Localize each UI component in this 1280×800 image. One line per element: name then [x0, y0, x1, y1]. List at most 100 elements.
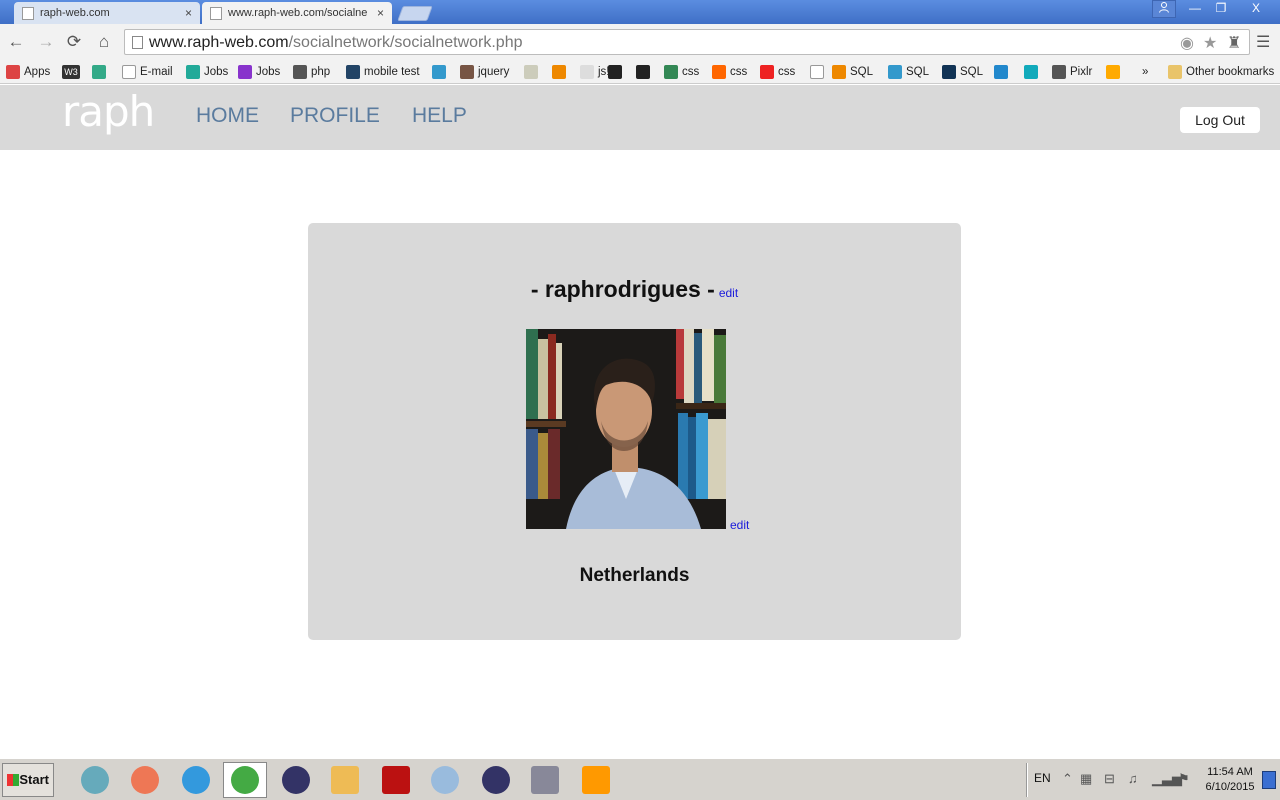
bookmark-label: Jobs [204, 66, 229, 78]
bookmark-label: » [1142, 66, 1149, 78]
bookmark-item[interactable] [552, 63, 570, 81]
bookmark-item[interactable]: W3 [62, 63, 84, 81]
bookmark-item[interactable] [1024, 63, 1042, 81]
eclipse-icon [282, 766, 310, 794]
back-arrow-icon[interactable]: ← [6, 32, 26, 52]
start-button[interactable]: Start [2, 763, 54, 797]
taskbar-app-filezilla[interactable] [374, 762, 418, 798]
bookmark-label: mobile test [364, 66, 420, 78]
site-logo[interactable]: raph [62, 87, 155, 136]
bookmark-item[interactable]: php [293, 63, 330, 81]
nav-profile-link[interactable]: PROFILE [290, 104, 380, 128]
bookmark-item[interactable] [810, 63, 828, 81]
taskbar-app-settings[interactable] [574, 762, 618, 798]
new-tab-button[interactable] [397, 6, 433, 21]
explorer-icon [331, 766, 359, 794]
bookmarks-bar: Apps W3 E-mail Jobs Jobs php mobile test jquery… [0, 60, 1280, 84]
taskbar-app-chrome[interactable] [223, 762, 267, 798]
taskbar-app-firefox[interactable] [123, 762, 167, 798]
tab-label: www.raph-web.com/socialne [228, 7, 368, 19]
bookmark-item[interactable]: SQL [888, 63, 929, 81]
bookmark-icon [238, 65, 252, 79]
nav-help-link[interactable]: HELP [412, 104, 467, 128]
bookmark-icon [1024, 65, 1038, 79]
bookmark-item[interactable]: css [760, 63, 795, 81]
nav-home-link[interactable]: HOME [196, 104, 259, 128]
taskbar-app-paint[interactable] [423, 762, 467, 798]
bookmark-item[interactable]: Jobs [186, 63, 228, 81]
taskbar-app-explorer[interactable] [323, 762, 367, 798]
address-bar[interactable]: www.raph-web.com/socialnetwork/socialnet… [124, 29, 1250, 55]
bookmark-label: E-mail [140, 66, 173, 78]
home-icon[interactable]: ⌂ [94, 32, 114, 52]
bookmark-item[interactable] [608, 63, 626, 81]
bookmark-item[interactable] [1106, 63, 1124, 81]
bookmark-item[interactable]: SQL [832, 63, 873, 81]
taskbar-app-archive[interactable] [523, 762, 567, 798]
flag-icon[interactable]: ⚑ [1178, 771, 1190, 787]
bookmark-icon [994, 65, 1008, 79]
location-icon[interactable]: ◉ [1180, 33, 1194, 53]
url-text: www.raph-web.com/socialnetwork/socialnet… [149, 34, 523, 52]
edit-photo-link[interactable]: edit [730, 518, 749, 532]
safari-icon [81, 766, 109, 794]
bookmark-item[interactable]: js! [580, 63, 610, 81]
bookmark-label: SQL [960, 66, 984, 78]
bookmark-item[interactable]: Other bookmarks [1168, 63, 1274, 81]
bookmark-item[interactable] [994, 63, 1012, 81]
taskbar-app-ie[interactable] [174, 762, 218, 798]
tab-close-icon[interactable]: × [185, 6, 192, 20]
bookmark-item[interactable]: » [1142, 63, 1148, 81]
action-center-icon[interactable]: ▦ [1080, 771, 1092, 787]
bookmark-item[interactable]: SQL [942, 63, 983, 81]
bookmark-item[interactable] [432, 63, 450, 81]
volume-icon[interactable]: ♫ [1128, 771, 1138, 786]
tab-socialnetwork[interactable]: www.raph-web.com/socialne × [202, 2, 392, 24]
bookmark-item[interactable]: jquery [460, 63, 509, 81]
network-device-icon[interactable]: ⊟ [1104, 771, 1115, 787]
page-icon [132, 36, 143, 49]
bookmark-item[interactable]: Pixlr [1052, 63, 1092, 81]
bookmark-label: css [730, 66, 748, 78]
taskbar-app-eclipse[interactable] [274, 762, 318, 798]
bookmark-item[interactable]: css [712, 63, 747, 81]
bookmark-item[interactable]: Apps [6, 63, 50, 81]
bookmark-item[interactable]: css [664, 63, 699, 81]
bookmark-item[interactable] [524, 63, 542, 81]
logout-button[interactable]: Log Out [1180, 107, 1260, 133]
user-profile-icon[interactable] [1152, 0, 1176, 18]
bookmark-item[interactable]: E-mail [122, 63, 173, 81]
browser-titlebar: raph-web.com × www.raph-web.com/socialne… [0, 0, 1280, 24]
minimize-button[interactable]: — [1182, 0, 1208, 18]
profile-country: Netherlands [579, 565, 690, 586]
extension-icon[interactable]: ♜ [1227, 33, 1241, 53]
tab-close-icon[interactable]: × [377, 6, 384, 20]
windows-taskbar: Start EN ⌃ ▦ ⊟ ♫ ▁▃▅ ⚑ 11:54 AM 6/10/201… [0, 758, 1280, 800]
bookmark-icon [1168, 65, 1182, 79]
bookmark-icon [1106, 65, 1120, 79]
paint-icon [431, 766, 459, 794]
taskbar-app-safari[interactable] [73, 762, 117, 798]
bookmark-item[interactable] [92, 63, 110, 81]
maximize-button[interactable]: ❐ [1208, 0, 1234, 18]
start-label: Start [19, 772, 49, 787]
bookmark-item[interactable]: Jobs [238, 63, 280, 81]
show-desktop-button[interactable] [1262, 771, 1276, 789]
archive-icon [531, 766, 559, 794]
bookmark-item[interactable]: mobile test [346, 63, 420, 81]
tray-expand-icon[interactable]: ⌃ [1062, 771, 1073, 787]
close-window-button[interactable]: X [1234, 0, 1278, 18]
forward-arrow-icon[interactable]: → [36, 32, 56, 52]
tab-raph-web[interactable]: raph-web.com × [14, 2, 200, 24]
bookmark-item[interactable] [636, 63, 654, 81]
star-bookmark-icon[interactable]: ★ [1203, 33, 1217, 53]
edit-username-link[interactable]: edit [719, 286, 738, 300]
language-indicator[interactable]: EN [1034, 771, 1051, 785]
system-clock[interactable]: 11:54 AM 6/10/2015 [1200, 765, 1260, 795]
menu-icon[interactable]: ☰ [1256, 32, 1270, 52]
browser-toolbar: ← → ⟳ ⌂ www.raph-web.com/socialnetwork/s… [0, 24, 1280, 60]
bookmark-label: css [778, 66, 796, 78]
tab-label: raph-web.com [40, 7, 110, 19]
reload-icon[interactable]: ⟳ [64, 32, 84, 52]
taskbar-app-eclipse-2[interactable] [474, 762, 518, 798]
